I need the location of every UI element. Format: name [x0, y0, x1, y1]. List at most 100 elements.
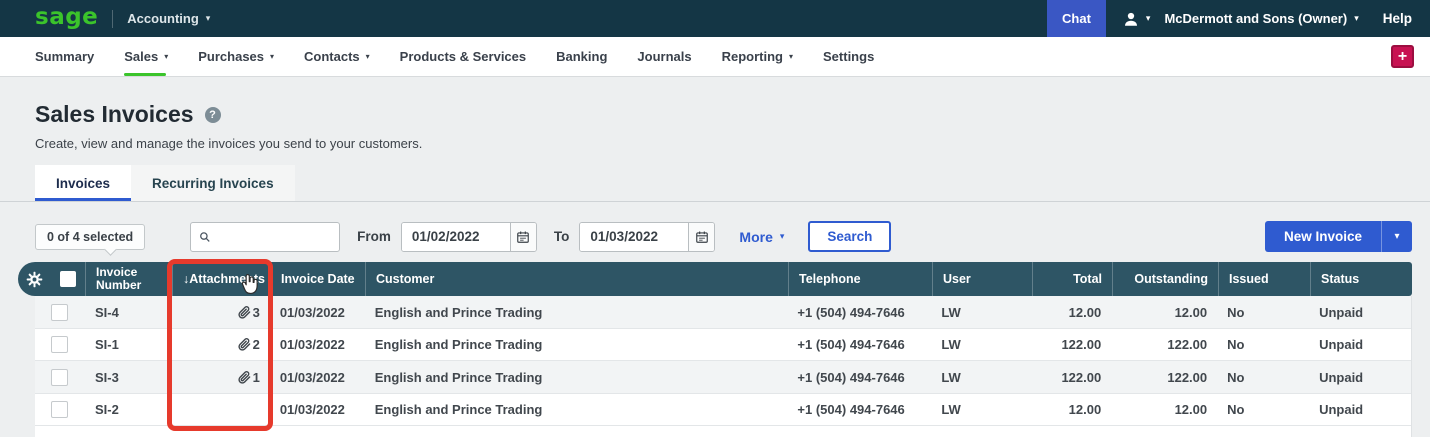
nav-item-reporting[interactable]: Reporting ▾: [722, 37, 793, 76]
nav-item-contacts[interactable]: Contacts ▾: [304, 37, 370, 76]
select-all-cell: [50, 262, 85, 296]
page-title: Sales Invoices: [35, 101, 194, 127]
table-row[interactable]: SI-2 01/03/2022 English and Prince Tradi…: [35, 393, 1411, 427]
cell-customer: English and Prince Trading: [374, 402, 543, 418]
chevron-down-icon: ▾: [205, 13, 211, 23]
from-calendar-button[interactable]: [509, 222, 536, 251]
chevron-down-icon: ▾: [270, 51, 275, 61]
table-row[interactable]: SI-4 3 01/03/2022 English and Prince Tra…: [35, 296, 1411, 329]
sage-logo: sage: [35, 3, 99, 30]
top-navbar: sage Accounting ▾ Chat ▾ McDermott and S…: [0, 0, 1430, 37]
from-date-input[interactable]: [401, 222, 510, 251]
nav-item-products-services[interactable]: Products & Services: [400, 37, 526, 76]
nav-item-summary[interactable]: Summary: [35, 37, 94, 76]
topbar-divider: [112, 9, 114, 28]
cell-invoice-date: 01/03/2022: [279, 304, 345, 320]
cell-user: LW: [941, 304, 961, 320]
tab-recurring-invoices[interactable]: Recurring Invoices: [131, 165, 295, 202]
cell-invoice-date: 01/03/2022: [279, 369, 345, 385]
nav-item-sales[interactable]: Sales ▾: [124, 37, 168, 76]
search-button[interactable]: Search: [808, 221, 892, 253]
user-icon: [1124, 12, 1137, 26]
cell-telephone: +1 (504) 494-7646: [797, 369, 905, 385]
new-invoice-dropdown-toggle[interactable]: ▾: [1381, 221, 1412, 253]
nav-item-settings[interactable]: Settings: [823, 37, 874, 76]
calendar-icon: [517, 231, 530, 243]
chevron-down-icon: ▾: [789, 51, 794, 61]
paperclip-icon: [237, 305, 250, 319]
column-header-outstanding[interactable]: Outstanding: [1112, 262, 1218, 297]
cell-invoice-date: 01/03/2022: [279, 402, 345, 418]
to-calendar-button[interactable]: [688, 222, 715, 251]
to-date-input[interactable]: [580, 222, 689, 251]
nav-item-purchases[interactable]: Purchases ▾: [198, 37, 274, 76]
cell-invoice-number: SI-3: [94, 369, 119, 385]
new-invoice-button[interactable]: New Invoice: [1265, 221, 1381, 252]
row-checkbox[interactable]: [51, 368, 69, 386]
cell-invoice-number: SI-2: [94, 402, 119, 418]
cell-invoice-date: 01/03/2022: [279, 337, 345, 353]
table-header-row: Invoice Number ↓ Attachments Invoice Dat…: [18, 262, 1412, 297]
account-menu[interactable]: McDermott and Sons (Owner) ▾: [1164, 11, 1358, 26]
search-input[interactable]: [216, 228, 332, 246]
row-checkbox[interactable]: [51, 401, 69, 419]
help-link[interactable]: Help: [1383, 11, 1412, 26]
column-header-total[interactable]: Total: [1032, 262, 1112, 297]
cell-status: Unpaid: [1319, 402, 1364, 418]
chevron-down-icon: ▾: [779, 231, 785, 242]
column-header-status[interactable]: Status: [1310, 262, 1412, 297]
cell-attachments: 2: [172, 329, 270, 361]
table-row[interactable]: SI-1 2 01/03/2022 English and Prince Tra…: [35, 328, 1411, 362]
search-icon: [200, 232, 210, 242]
cell-status: Unpaid: [1319, 304, 1364, 320]
cell-status: Unpaid: [1319, 369, 1364, 385]
row-checkbox[interactable]: [51, 303, 69, 321]
filter-toolbar: 0 of 4 selected From To More ▾: [35, 221, 1412, 253]
quick-add-button[interactable]: +: [1391, 45, 1414, 68]
nav-item-journals[interactable]: Journals: [637, 37, 691, 76]
cell-outstanding: 12.00: [1174, 304, 1208, 320]
cell-telephone: +1 (504) 494-7646: [797, 402, 905, 418]
product-name: Accounting: [127, 11, 199, 26]
chat-button[interactable]: Chat: [1047, 0, 1106, 37]
cell-issued: No: [1227, 304, 1245, 320]
nav-item-banking[interactable]: Banking: [556, 37, 607, 76]
paperclip-icon: [237, 370, 250, 384]
account-name: McDermott and Sons (Owner): [1164, 11, 1348, 26]
column-header-telephone[interactable]: Telephone: [788, 262, 932, 297]
gear-icon: [26, 271, 42, 288]
cell-telephone: +1 (504) 494-7646: [797, 304, 905, 320]
column-settings-button[interactable]: [18, 262, 50, 296]
row-checkbox[interactable]: [51, 336, 69, 354]
column-header-user[interactable]: User: [932, 262, 1032, 297]
cell-attachments: 3: [172, 296, 270, 328]
to-label: To: [553, 229, 570, 245]
column-header-invoice-number[interactable]: Invoice Number: [85, 262, 172, 297]
tab-invoices[interactable]: Invoices: [35, 165, 132, 202]
chevron-down-icon: ▾: [365, 51, 370, 61]
select-all-checkbox[interactable]: [59, 271, 76, 288]
user-menu[interactable]: ▾: [1122, 10, 1151, 28]
more-filters-dropdown[interactable]: More ▾: [739, 229, 784, 245]
cell-total: 122.00: [1061, 337, 1102, 353]
chevron-down-icon: ▾: [164, 51, 169, 61]
column-header-invoice-date[interactable]: Invoice Date: [270, 262, 365, 297]
table-row[interactable]: SI-3 1 01/03/2022 English and Prince Tra…: [35, 361, 1411, 394]
cell-outstanding: 122.00: [1167, 369, 1208, 385]
invoices-table: Invoice Number ↓ Attachments Invoice Dat…: [0, 259, 1430, 437]
product-switcher[interactable]: Accounting ▾: [127, 11, 210, 26]
cell-customer: English and Prince Trading: [374, 337, 543, 353]
cell-attachments: [172, 394, 270, 426]
from-date-group: [400, 221, 537, 252]
search-box[interactable]: [190, 221, 341, 252]
cell-status: Unpaid: [1319, 337, 1364, 353]
chevron-down-icon: ▾: [1394, 231, 1400, 243]
help-icon[interactable]: ?: [204, 106, 221, 123]
cell-total: 12.00: [1068, 304, 1102, 320]
column-header-attachments[interactable]: ↓ Attachments: [172, 262, 270, 297]
selection-count-tooltip: 0 of 4 selected: [35, 223, 146, 250]
column-header-issued[interactable]: Issued: [1218, 262, 1310, 297]
chevron-down-icon: ▾: [1145, 13, 1151, 23]
cell-attachments: 1: [172, 361, 270, 393]
column-header-customer[interactable]: Customer: [365, 262, 788, 297]
